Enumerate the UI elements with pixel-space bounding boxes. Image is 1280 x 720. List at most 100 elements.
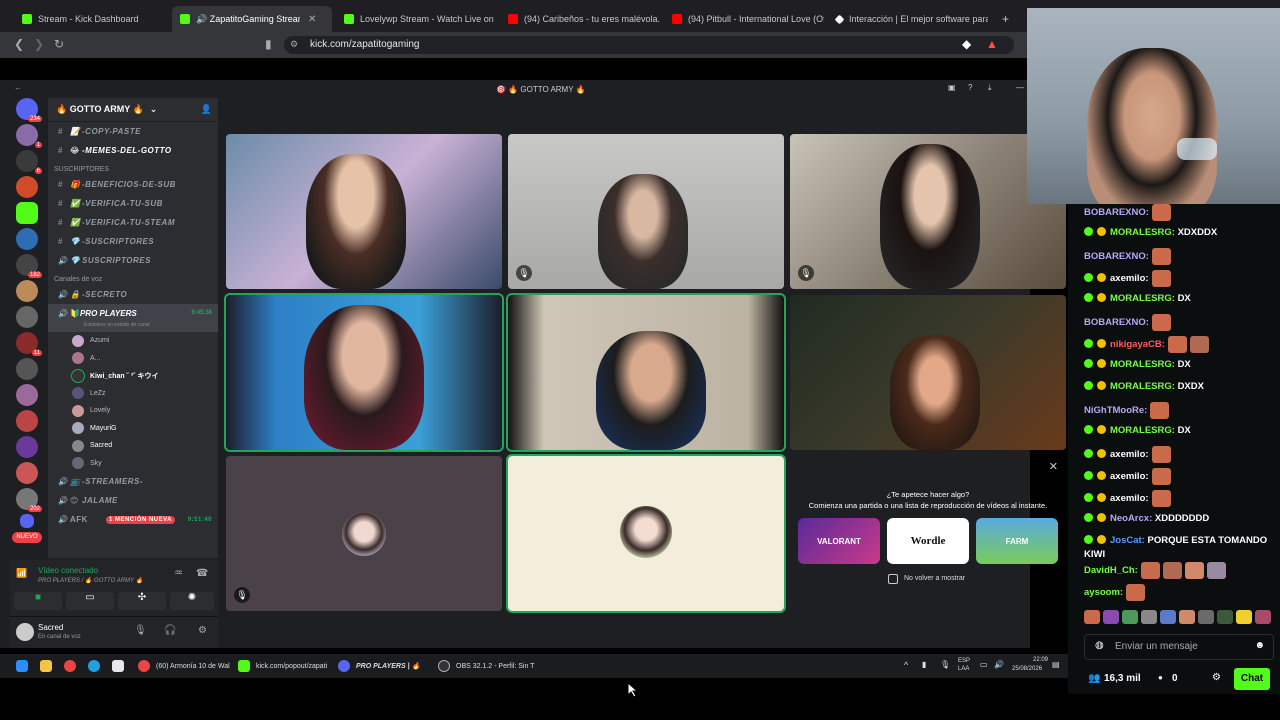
store-button[interactable] [112,658,130,674]
brave-shield-icon[interactable]: ◆ [962,37,971,51]
video-tile[interactable] [226,134,502,289]
voice-channel-afk[interactable]: 🔊 AFK 1 MENCIÓN NUEVA 9:51:40 [48,510,218,529]
server-icon[interactable]: 6 [16,150,42,174]
clock-date[interactable]: 25/08/2026 [1012,666,1042,672]
server-icon[interactable] [16,228,38,250]
voice-user[interactable]: LeZz [48,385,218,403]
server-icon[interactable]: 182 [16,254,42,278]
language-indicator[interactable]: ESP LAA [958,657,970,673]
activity-card-farm[interactable]: FARM [976,518,1058,564]
chat-username[interactable]: aysoom: [1084,587,1123,598]
voice-user[interactable]: Kiwi_chan ˘ ³˘ キウイ [48,367,218,385]
voice-user[interactable]: Sky [48,455,218,473]
reload-icon[interactable]: ↻ [54,37,64,51]
chat-username[interactable]: MORALESRG: [1110,293,1175,304]
headphones-icon[interactable]: 🎧 [164,625,176,636]
tray-icon[interactable]: ▮ [922,660,926,669]
chrome-button[interactable] [64,658,82,674]
chat-username[interactable]: nikigayaCB: [1110,339,1165,350]
channel-suscriptores[interactable]: # 💎 -SUSCRIPTORES [48,232,218,251]
chat-username[interactable]: axemilo: [1110,493,1149,504]
voice-channel-jalame[interactable]: 🔊 😊 JALAME [48,491,218,510]
video-tile[interactable]: 🎙 [508,134,784,289]
noise-suppression-icon[interactable]: ♒ [174,568,183,579]
chat-username[interactable]: MORALESRG: [1110,359,1175,370]
chat-username[interactable]: BOBAREXNO: [1084,251,1149,262]
volume-icon[interactable]: 🔊 [994,660,1004,669]
emoji-icon[interactable]: ☻ [1254,640,1265,651]
gear-icon[interactable]: ⚙ [1212,672,1221,683]
browser-tab-zapatitogaming[interactable]: 🔊 ZapatitoGaming Stream - Wa✕ [172,6,332,32]
server-icon[interactable] [16,410,38,432]
chat-username[interactable]: axemilo: [1110,273,1149,284]
chat-input[interactable]: ◍ Enviar un mensaje ☻ [1084,634,1274,660]
edge-button[interactable] [88,658,106,674]
server-icon[interactable] [16,176,38,198]
voice-channel-streamers[interactable]: 🔊 📺 -STREAMERS- [48,472,218,491]
help-icon[interactable]: ? [968,83,972,92]
channel-verifica-steam[interactable]: # ✅ -VERIFICA-TU-STEAM [48,213,218,232]
voice-user[interactable]: Azumi [48,332,218,350]
browser-tab-interaccion[interactable]: Interacción | El mejor software para p [828,6,988,32]
browser-tab-kick-dashboard[interactable]: Stream - Kick Dashboard [14,6,170,32]
disconnect-icon[interactable]: ☎ [196,568,208,579]
taskbar-app-browser[interactable]: (60) Armonía 10 de Wal [138,658,230,674]
chat-username[interactable]: MORALESRG: [1110,227,1175,238]
chat-username[interactable]: JosCat: [1110,535,1145,546]
chevron-up-icon[interactable]: ^ [904,660,908,670]
soundboard-button[interactable]: ✺ [170,592,214,610]
server-icon[interactable]: 234 [16,98,42,122]
video-tile-avatar-speaking[interactable] [506,454,786,613]
chat-username[interactable]: NiGhTMooRe: [1084,405,1147,416]
gear-icon[interactable]: ⚙ [198,625,207,636]
taskbar-app-discord[interactable]: PRO PLAYERS | 🔥 [338,658,432,674]
minimize-icon[interactable]: — [1016,83,1024,92]
category-voice[interactable]: Canales de voz [48,270,218,285]
avatar[interactable] [16,623,34,641]
notification-icon[interactable]: ▤ [1052,660,1060,669]
inbox-icon[interactable]: ▣ [948,83,956,92]
chat-username[interactable]: BOBAREXNO: [1084,207,1149,218]
server-icon[interactable] [16,306,38,328]
server-icon[interactable] [16,384,38,406]
chat-username[interactable]: DavidH_Ch: [1084,565,1138,576]
voice-channel-pro-players[interactable]: 🔊 🔰 PRO PLAYERS 6:45:38 [48,304,218,322]
server-icon[interactable] [16,358,38,380]
clock-time[interactable]: 22:09 [1018,657,1048,663]
microphone-icon[interactable]: 🎙 [134,625,147,636]
camera-button[interactable]: ■ [14,592,62,610]
video-tile[interactable] [790,295,1066,450]
category-subs[interactable]: SUSCRIPTORES [48,160,218,175]
chat-username[interactable]: MORALESRG: [1110,381,1175,392]
start-button[interactable] [16,658,34,674]
back-icon[interactable]: ❮ [14,37,24,51]
folder-icon[interactable] [20,514,34,528]
chat-username[interactable]: axemilo: [1110,449,1149,460]
back-arrow-icon[interactable]: ← [14,83,22,92]
video-tile-speaking[interactable] [506,293,786,452]
dont-show-checkbox[interactable] [888,574,898,584]
taskbar-app-kick[interactable]: kick.com/popout/zapati [238,658,332,674]
server-icon[interactable]: 1 [16,124,42,148]
server-header[interactable]: 🔥 GOTTO ARMY 🔥 ⌄ 👤 [48,98,218,122]
browser-tab-lovelywp[interactable]: Lovelywp Stream - Watch Live on Kic [336,6,496,32]
brave-rewards-icon[interactable]: ▲ [986,37,998,51]
video-tile[interactable]: 🎙 [790,134,1066,289]
voice-user[interactable]: Lovely [48,402,218,420]
microphone-icon[interactable]: 🎙 [940,660,950,669]
channel-memes[interactable]: # 😂 -MEMES-DEL-GOTTO [48,141,218,160]
taskbar-app-obs[interactable]: OBS 32.1.2 - Perfil: Sin T [438,658,538,674]
new-tab-button[interactable]: + [994,6,1018,32]
chat-username[interactable]: axemilo: [1110,471,1149,482]
close-icon[interactable]: ✕ [1049,460,1058,473]
channel-beneficios[interactable]: # 🎁 -BENEFICIOS-DE-SUB [48,175,218,194]
file-explorer-button[interactable] [40,658,58,674]
video-tile-speaking[interactable] [224,293,504,452]
channel-copy-paste[interactable]: # 📝 -COPY-PASTE [48,122,218,141]
activity-card-valorant[interactable]: VALORANT [798,518,880,564]
screen-share-button[interactable]: ▭ [66,592,114,610]
download-icon[interactable]: ⤓ [988,83,992,93]
forward-icon[interactable]: ❯ [34,37,44,51]
chat-send-button[interactable]: Chat [1234,668,1270,690]
voice-channel-secreto[interactable]: 🔊 🔒 -SECRETO [48,285,218,304]
